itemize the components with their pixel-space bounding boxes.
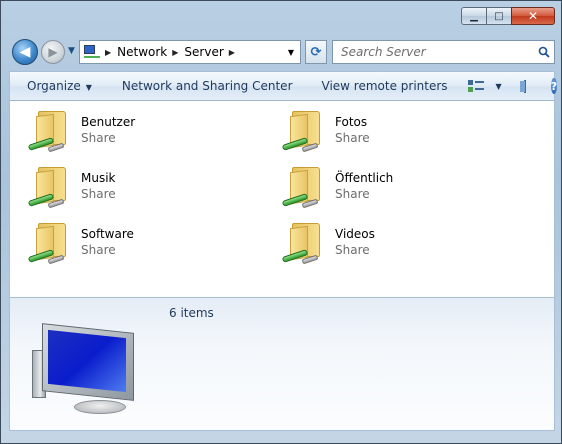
network-icon	[84, 45, 100, 59]
share-grid: Benutzer Share Fotos Share Musik Share Öffe…	[27, 109, 548, 265]
item-count: 6 items	[169, 306, 214, 320]
item-name: Benutzer	[81, 115, 136, 129]
breadcrumb-server[interactable]: Server	[184, 45, 223, 59]
search-box[interactable]	[332, 40, 555, 64]
recent-pages-chevron-down-icon[interactable]: ▼	[68, 46, 75, 56]
network-folder-icon	[27, 109, 72, 153]
details-pane: 6 items	[9, 297, 555, 431]
search-input[interactable]	[339, 44, 534, 60]
organize-label: Organize	[27, 79, 81, 93]
address-bar[interactable]: ▶ Network ▶ Server ▶ ▼	[79, 40, 301, 64]
view-remote-printers-button[interactable]: View remote printers	[322, 79, 448, 93]
forward-button[interactable]: ▶	[41, 40, 65, 64]
breadcrumb-network[interactable]: Network	[117, 45, 167, 59]
command-bar: Organize ▼ Network and Sharing Center Vie…	[9, 71, 558, 101]
item-type: Share	[81, 243, 116, 257]
share-item[interactable]: Software Share	[27, 221, 282, 265]
change-view-button[interactable]: ▼	[467, 79, 502, 93]
item-name: Fotos	[335, 115, 368, 129]
breadcrumb-separator-icon[interactable]: ▶	[229, 48, 235, 57]
organize-button[interactable]: Organize ▼	[27, 79, 92, 93]
item-type: Share	[335, 187, 370, 201]
breadcrumb-separator-icon[interactable]: ▶	[105, 48, 111, 57]
item-name: Öffentlich	[335, 171, 394, 185]
views-icon	[467, 79, 484, 93]
file-list: Benutzer Share Fotos Share Musik Share Öffe…	[9, 101, 555, 297]
item-name: Musik	[81, 171, 116, 185]
caption-buttons: ▁ □ ✕	[461, 7, 555, 25]
item-type: Share	[335, 131, 370, 145]
breadcrumb-separator-icon[interactable]: ▶	[172, 48, 178, 57]
preview-pane-icon[interactable]	[519, 79, 526, 93]
item-name: Videos	[335, 227, 375, 241]
network-folder-icon	[281, 165, 326, 209]
close-button[interactable]: ✕	[511, 7, 555, 25]
network-folder-icon	[281, 221, 326, 265]
share-item[interactable]: Öffentlich Share	[281, 165, 536, 209]
item-type: Share	[81, 131, 116, 145]
network-folder-icon	[281, 109, 326, 153]
computer-icon	[28, 323, 148, 420]
network-folder-icon	[27, 221, 72, 265]
back-button[interactable]: ◀	[12, 39, 38, 65]
views-chevron-down-icon[interactable]: ▼	[496, 82, 502, 91]
item-type: Share	[335, 243, 370, 257]
network-sharing-center-button[interactable]: Network and Sharing Center	[122, 79, 293, 93]
share-item[interactable]: Fotos Share	[281, 109, 536, 153]
minimize-button[interactable]: ▁	[461, 7, 487, 25]
help-icon[interactable]: ?	[550, 78, 558, 94]
item-name: Software	[81, 227, 134, 241]
navigation-bar: ◀ ▶ ▼ ▶ Network ▶ Server ▶ ▼ ⟳	[9, 37, 555, 67]
network-folder-icon	[27, 165, 72, 209]
item-type: Share	[81, 187, 116, 201]
explorer-window: ▁ □ ✕ ◀ ▶ ▼ ▶ Network ▶ Server ▶ ▼ ⟳ Or	[0, 0, 562, 444]
search-icon[interactable]	[534, 46, 554, 58]
address-dropdown-chevron-down-icon[interactable]: ▼	[282, 41, 300, 63]
share-item[interactable]: Benutzer Share	[27, 109, 282, 153]
share-item[interactable]: Videos Share	[281, 221, 536, 265]
share-item[interactable]: Musik Share	[27, 165, 282, 209]
refresh-button[interactable]: ⟳	[305, 40, 327, 64]
chevron-down-icon: ▼	[85, 83, 92, 92]
maximize-button[interactable]: □	[487, 7, 511, 25]
